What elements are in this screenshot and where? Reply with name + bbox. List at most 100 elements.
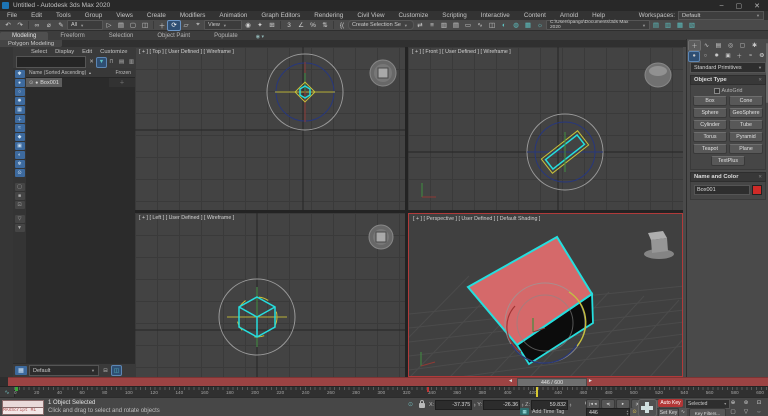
object-name-field[interactable]: Box001 xyxy=(694,185,750,195)
reference-coordinate-dropdown[interactable]: View▼ xyxy=(204,20,242,30)
zoom-all-icon[interactable]: ⊛ xyxy=(740,399,752,407)
menu-item[interactable]: Civil View xyxy=(350,12,391,19)
auto-key-button[interactable]: Auto Key xyxy=(658,399,683,407)
y-coord-field[interactable]: -26.36 xyxy=(483,400,520,410)
display-containers-toggle[interactable]: ▣ xyxy=(15,142,25,150)
menu-item[interactable]: Arnold xyxy=(553,12,585,19)
snaps-toggle-3d-icon[interactable]: 3 xyxy=(283,21,295,30)
pin-explorer-icon[interactable]: ◫ xyxy=(112,366,121,375)
selection-lock-toggle-icon[interactable] xyxy=(419,403,425,408)
x-coord-field[interactable]: -37.375 xyxy=(435,400,472,410)
add-time-tag-button[interactable]: Add Time Tag xyxy=(532,409,564,415)
set-key-button[interactable]: Set Key xyxy=(658,408,679,416)
close-button[interactable]: ✕ xyxy=(754,2,760,10)
angle-snap-icon[interactable]: ∠ xyxy=(295,21,307,30)
save-scene-icon[interactable]: ▦ xyxy=(674,21,686,30)
x-spinner[interactable]: ▲▼ xyxy=(473,403,476,408)
geometry-category[interactable]: ● xyxy=(689,52,699,61)
zoom-icon[interactable]: ⊕ xyxy=(727,399,739,407)
display-materials-toggle[interactable]: ◐ xyxy=(15,151,25,159)
material-editor-icon[interactable]: ◐ xyxy=(498,21,510,30)
space-warps-category[interactable]: ≈ xyxy=(745,52,755,61)
cameras-category[interactable]: ▣ xyxy=(723,52,733,61)
select-and-manipulate-icon[interactable]: ✦ xyxy=(254,21,266,30)
ribbon-tab[interactable]: Freeform xyxy=(48,32,96,40)
viewport-front[interactable]: [ + ] [ Front ] [ User Defined ] [ Wiref… xyxy=(408,47,683,210)
minimize-button[interactable]: – xyxy=(720,2,724,10)
ribbon-tab[interactable]: Selection xyxy=(97,32,146,40)
display-dependents-toggle[interactable]: ■ xyxy=(15,192,25,200)
display-spacewarps-toggle[interactable]: ≈ xyxy=(15,124,25,132)
explorer-search-input[interactable] xyxy=(16,56,86,68)
explorer-menu-item[interactable]: Display xyxy=(51,49,78,55)
menu-item[interactable]: Interactive xyxy=(474,12,517,19)
zoom-extents-icon[interactable]: ⊡ xyxy=(753,399,765,407)
field-of-view-icon[interactable]: ▽ xyxy=(740,408,752,416)
autogrid-checkbox[interactable] xyxy=(714,88,720,94)
object-type-button[interactable]: Pyramid xyxy=(729,132,763,142)
menu-item[interactable]: Tools xyxy=(49,12,78,19)
spinner-snap-icon[interactable]: ⇅ xyxy=(319,21,331,30)
menu-item[interactable]: File xyxy=(0,12,24,19)
render-setup-icon[interactable]: ◍ xyxy=(510,21,522,30)
maximize-button[interactable]: ▢ xyxy=(736,2,743,10)
default-tangent-icon[interactable]: ∿ xyxy=(679,408,687,416)
visibility-eye-icon[interactable]: ⊙ xyxy=(29,80,33,86)
schematic-view-icon[interactable]: ◫ xyxy=(486,21,498,30)
helpers-category[interactable]: ＋ xyxy=(734,52,744,61)
select-and-move-icon[interactable]: ＋ xyxy=(156,21,168,30)
toggle-scene-explorer-icon[interactable]: ▥ xyxy=(438,21,450,30)
display-frozen-toggle[interactable]: ❄ xyxy=(15,160,25,168)
key-filters-button[interactable]: Key Filters... xyxy=(689,408,726,416)
workspace-dropdown[interactable]: Default ▼ xyxy=(678,11,764,20)
display-hidden-toggle[interactable]: ⊙ xyxy=(15,169,25,177)
lights-category[interactable]: ✹ xyxy=(712,52,722,61)
open-recent-icon[interactable]: ▥ xyxy=(662,21,674,30)
object-type-button[interactable]: Box xyxy=(693,96,727,106)
object-type-button[interactable]: Plane xyxy=(729,144,763,154)
display-lights-toggle[interactable]: ✹ xyxy=(15,97,25,105)
polygon-modeling-panel[interactable]: Polygon Modeling xyxy=(0,40,62,47)
rendered-frame-window-icon[interactable]: ▦ xyxy=(522,21,534,30)
current-frame-field[interactable]: 446 ▲▼ xyxy=(586,408,630,416)
object-type-button[interactable]: Tube xyxy=(729,120,763,130)
menu-item[interactable]: Edit xyxy=(24,12,49,19)
display-shapes-toggle[interactable]: ○ xyxy=(15,88,25,96)
object-type-button[interactable]: Sphere xyxy=(693,108,727,118)
display-tab[interactable]: ▢ xyxy=(737,41,748,50)
Box001[interactable]: ⊙ ● Box001 ＋ xyxy=(26,78,135,87)
display-helpers-toggle[interactable]: ＋ xyxy=(15,115,25,123)
object-color-swatch[interactable] xyxy=(752,185,762,195)
filter-funnel-icon[interactable]: ▼ xyxy=(97,58,106,67)
mirror-icon[interactable]: ⇄ xyxy=(414,21,426,30)
percent-snap-icon[interactable]: % xyxy=(307,21,319,30)
object-type-rollout-header[interactable]: Object Type✕ xyxy=(690,75,766,85)
lock-explorer-icon[interactable]: ⊓ xyxy=(107,58,116,67)
unlink-selection-icon[interactable]: ⌀ xyxy=(43,21,55,30)
y-spinner[interactable]: ▲▼ xyxy=(521,403,524,408)
explorer-menu-item[interactable]: Customize xyxy=(96,49,131,55)
viewport-left-label[interactable]: [ + ] [ Left ] [ User Defined ] [ Wirefr… xyxy=(139,215,234,221)
filter-combinations-button[interactable]: ▽ xyxy=(15,215,25,223)
create-tab[interactable]: ＋ xyxy=(689,41,700,50)
primitive-category-dropdown[interactable]: Standard Primitives ▼ xyxy=(690,62,766,73)
motion-tab[interactable]: ◎ xyxy=(725,41,736,50)
menu-item[interactable]: Create xyxy=(140,12,173,19)
ribbon-tab[interactable]: Object Paint xyxy=(145,32,202,40)
menu-item[interactable]: Rendering xyxy=(307,12,350,19)
lock-cell-editing-toggle[interactable]: ⊡ xyxy=(15,201,25,209)
select-children-toggle[interactable]: ▢ xyxy=(15,183,25,191)
select-and-rotate-icon[interactable]: ⟳ xyxy=(168,21,180,30)
keyframe-marker[interactable] xyxy=(427,387,429,392)
project-path-dropdown[interactable]: C:\Users\pango\Documents\3ds Max 2020▼ xyxy=(546,20,650,30)
explorer-preset-dropdown[interactable]: Default ▼ xyxy=(29,365,99,376)
select-by-name-icon[interactable]: ▤ xyxy=(115,21,127,30)
project-folder-icon[interactable]: ▤ xyxy=(650,21,662,30)
align-icon[interactable]: ≡ xyxy=(426,21,438,30)
select-object-icon[interactable]: ▷ xyxy=(103,21,115,30)
named-selection-set-dropdown[interactable]: Create Selection Se▼ xyxy=(348,20,414,30)
object-type-button[interactable]: Cone xyxy=(729,96,763,106)
display-cameras-toggle[interactable]: ▦ xyxy=(15,106,25,114)
object-type-button[interactable]: Torus xyxy=(693,132,727,142)
viewport-left[interactable]: [ + ] [ Left ] [ User Defined ] [ Wirefr… xyxy=(135,213,405,377)
